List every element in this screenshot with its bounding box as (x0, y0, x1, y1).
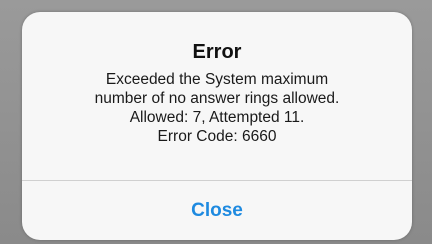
error-alert-dialog: Error Exceeded the System maximum number… (22, 12, 412, 240)
alert-title: Error (192, 41, 242, 63)
alert-message-line: Exceeded the System maximum (105, 71, 329, 88)
alert-message-line: number of no answer rings allowed. (94, 90, 340, 107)
alert-content: Error Exceeded the System maximum number… (22, 12, 412, 180)
alert-message: Exceeded the System maximum number of no… (42, 70, 392, 146)
alert-message-line: Error Code: 6660 (157, 128, 277, 145)
close-button[interactable]: Close (22, 181, 412, 240)
alert-message-line: Allowed: 7, Attempted 11. (129, 109, 305, 126)
